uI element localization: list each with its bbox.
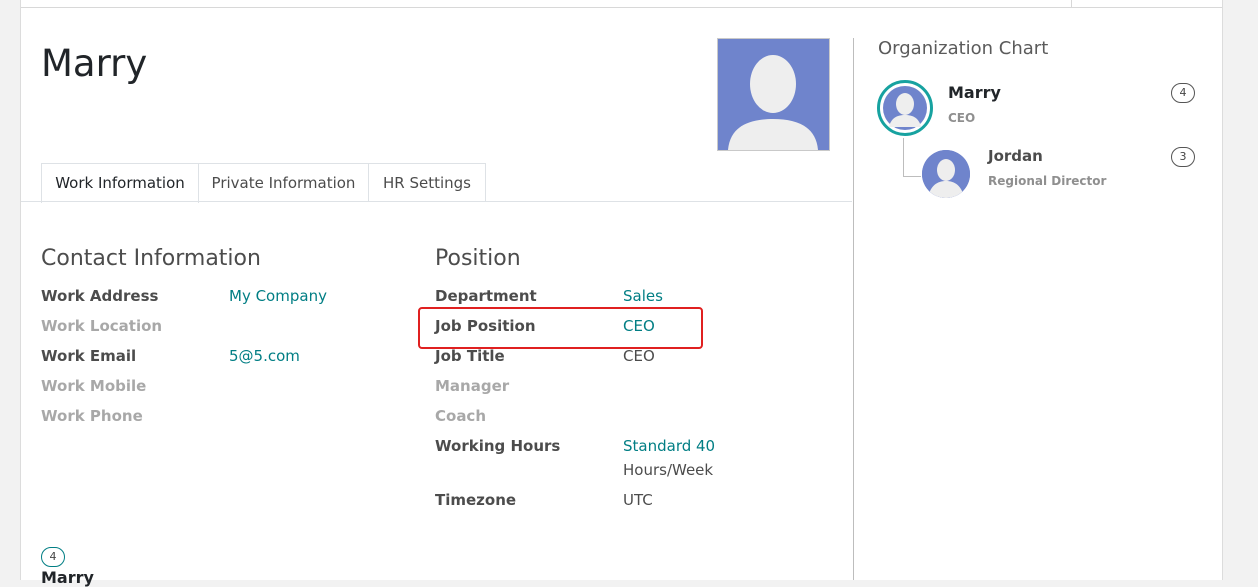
top-bar <box>21 0 1222 8</box>
bottom-count-badge[interactable]: 4 <box>41 547 65 567</box>
org-connector-vertical <box>903 138 904 176</box>
tabs-divider <box>21 201 852 202</box>
org-self-avatar[interactable] <box>877 80 933 136</box>
working-hours-label: Working Hours <box>435 437 561 455</box>
org-self-name[interactable]: Marry <box>948 83 1001 102</box>
coach-label: Coach <box>435 407 487 425</box>
user-avatar-icon <box>883 86 927 130</box>
job-title-value[interactable]: CEO <box>623 347 655 365</box>
work-email-label: Work Email <box>41 347 137 365</box>
org-subordinate-job: Regional Director <box>988 174 1107 188</box>
org-subordinate-count-badge[interactable]: 3 <box>1171 147 1195 167</box>
tab-work-information[interactable]: Work Information <box>41 163 199 203</box>
work-address-link[interactable]: My Company <box>229 287 327 305</box>
work-mobile-label: Work Mobile <box>41 377 147 395</box>
default-avatar-icon <box>718 39 829 150</box>
job-title-label: Job Title <box>435 347 505 365</box>
work-address-label: Work Address <box>41 287 159 305</box>
department-link[interactable]: Sales <box>623 287 663 305</box>
org-self-job: CEO <box>948 111 976 125</box>
position-title: Position <box>435 246 521 271</box>
timezone-value[interactable]: UTC <box>623 491 653 509</box>
job-position-highlight-box <box>418 307 703 349</box>
top-bar-separator <box>1071 0 1072 7</box>
working-hours-link[interactable]: Standard 40 <box>623 437 715 455</box>
bottom-employee-name[interactable]: Marry <box>41 568 94 587</box>
work-location-label: Work Location <box>41 317 163 335</box>
employee-photo[interactable] <box>717 38 830 151</box>
manager-label: Manager <box>435 377 510 395</box>
contact-information-title: Contact Information <box>41 246 261 271</box>
working-hours-link-line2[interactable]: Hours/Week <box>623 461 713 479</box>
employee-name[interactable]: Marry <box>41 42 147 85</box>
org-chart-title: Organization Chart <box>878 38 1049 59</box>
org-subordinate-avatar[interactable] <box>922 150 970 198</box>
org-subordinate-name[interactable]: Jordan <box>988 147 1043 165</box>
user-avatar-icon <box>922 150 970 198</box>
org-connector-horizontal <box>903 176 921 177</box>
org-self-count-badge[interactable]: 4 <box>1171 83 1195 103</box>
work-email-link[interactable]: 5@5.com <box>229 347 300 365</box>
work-phone-label: Work Phone <box>41 407 143 425</box>
tab-private-information[interactable]: Private Information <box>198 163 369 202</box>
employee-form-sheet: Marry Work Information Private Informati… <box>20 0 1223 587</box>
timezone-label: Timezone <box>435 491 517 509</box>
org-chart-separator <box>853 38 854 580</box>
department-label: Department <box>435 287 537 305</box>
tab-hr-settings[interactable]: HR Settings <box>368 163 486 202</box>
